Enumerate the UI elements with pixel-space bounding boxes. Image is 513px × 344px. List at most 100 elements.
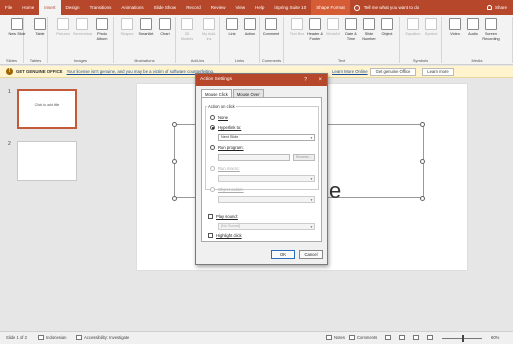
checkbox-play-sound[interactable]: Play sound: xyxy=(208,214,238,219)
comments-button[interactable]: Comments xyxy=(349,335,377,340)
view-normal-button[interactable] xyxy=(385,335,393,340)
3d-models-button[interactable]: 3D Models xyxy=(178,18,196,41)
play-sound-label: Play sound: xyxy=(216,214,238,219)
get-genuine-office-button[interactable]: Get genuine Office xyxy=(370,68,416,76)
notes-button[interactable]: Notes xyxy=(326,335,345,340)
highlight-click-label: Highlight click xyxy=(216,233,242,238)
slide-thumbnail-1[interactable]: Click to add title xyxy=(17,89,77,129)
checkbox-highlight-click[interactable]: Highlight click xyxy=(208,233,242,238)
action-icon xyxy=(244,18,256,30)
pictures-label: Pictures xyxy=(56,32,70,36)
radio-none[interactable]: None xyxy=(210,115,228,120)
tab-record[interactable]: Record xyxy=(181,0,206,15)
ok-button[interactable]: OK xyxy=(271,250,295,259)
link-button[interactable]: Link xyxy=(223,18,241,37)
tab-animations[interactable]: Animations xyxy=(116,0,148,15)
action-button[interactable]: Action xyxy=(241,18,259,37)
zoom-slider-thumb[interactable] xyxy=(462,335,464,342)
new-slide-button[interactable]: New Slide xyxy=(8,18,26,37)
wordart-label: WordArt xyxy=(326,32,340,36)
comment-button[interactable]: Comment xyxy=(262,18,280,37)
equation-button[interactable]: Equation xyxy=(404,18,422,37)
radio-run-macro[interactable]: Run macro: xyxy=(210,166,240,171)
cancel-button[interactable]: Cancel xyxy=(299,250,323,259)
view-slideshow-button[interactable] xyxy=(427,335,435,340)
video-button[interactable]: Video xyxy=(446,18,464,37)
radio-run-program[interactable]: Run program: xyxy=(210,145,244,150)
tab-home[interactable]: Home xyxy=(17,0,39,15)
radio-hyperlink-label: Hyperlink to: xyxy=(218,125,242,130)
photo-album-icon xyxy=(96,18,108,30)
message-text[interactable]: Your license isn't genuine, and you may … xyxy=(67,69,215,74)
tab-slide-show[interactable]: Slide Show xyxy=(149,0,182,15)
lightbulb-icon xyxy=(353,4,360,11)
tab-view[interactable]: View xyxy=(230,0,250,15)
resize-handle-tl[interactable] xyxy=(172,122,177,127)
tab-transitions[interactable]: Transitions xyxy=(85,0,117,15)
macro-select[interactable]: ▼ xyxy=(218,175,315,182)
tab-shape-format[interactable]: Shape Format xyxy=(311,0,350,15)
tab-insert[interactable]: Insert xyxy=(39,0,61,15)
view-sorter-button[interactable] xyxy=(399,335,407,340)
tab-review[interactable]: Review xyxy=(206,0,231,15)
resize-handle-bl[interactable] xyxy=(172,196,177,201)
share-button[interactable]: Share xyxy=(486,0,507,15)
object-action-select[interactable]: ▼ xyxy=(218,196,315,203)
sound-select[interactable]: [No Sound] ▼ xyxy=(218,223,315,230)
resize-handle-tr[interactable] xyxy=(420,122,425,127)
tell-me-box[interactable]: Tell me what you want to do xyxy=(353,4,419,11)
ribbon-group-label: Links xyxy=(234,58,245,63)
audio-icon xyxy=(467,18,479,30)
text-box-button[interactable]: Text Box xyxy=(288,18,306,37)
symbol-button[interactable]: Symbol xyxy=(422,18,440,37)
header-footer-button[interactable]: Header & Footer xyxy=(306,18,324,41)
notes-icon xyxy=(326,335,332,340)
audio-button[interactable]: Audio xyxy=(464,18,482,37)
resize-handle-l[interactable] xyxy=(172,159,177,164)
pictures-button[interactable]: Pictures xyxy=(54,18,72,37)
radio-hyperlink[interactable]: Hyperlink to: xyxy=(210,125,241,130)
hyperlink-select[interactable]: Next Slide ▼ xyxy=(218,134,315,141)
date-time-button[interactable]: Date & Time xyxy=(342,18,360,41)
learn-more-online-link[interactable]: Learn More Online xyxy=(332,69,368,74)
checkbox-box xyxy=(208,233,213,238)
slide-thumbnail-2[interactable] xyxy=(17,141,77,181)
tab-design[interactable]: Design xyxy=(61,0,85,15)
my-add-ins-button[interactable]: My Add-ins xyxy=(200,18,218,41)
table-button[interactable]: Table xyxy=(31,18,49,37)
radio-object-action[interactable]: Object action: xyxy=(210,187,244,192)
slide-thumbnails-pane: 1 Click to add title 2 xyxy=(0,79,84,331)
tab-help[interactable]: Help xyxy=(250,0,269,15)
audio-label: Audio xyxy=(468,32,478,36)
accessibility-status[interactable]: Accessibility: Investigate xyxy=(76,335,129,340)
program-path-input[interactable] xyxy=(218,154,290,161)
zoom-level[interactable]: 60% xyxy=(491,335,499,340)
slide-number-button[interactable]: Slide Number xyxy=(360,18,378,41)
chart-button[interactable]: Chart xyxy=(156,18,174,37)
learn-more-button[interactable]: Learn more xyxy=(422,68,454,76)
resize-handle-r[interactable] xyxy=(420,159,425,164)
language-indicator[interactable]: Indonesian xyxy=(38,335,67,340)
screenshot-button[interactable]: Screenshot xyxy=(73,18,92,37)
help-icon[interactable]: ? xyxy=(304,74,307,86)
smartart-button[interactable]: SmartArt xyxy=(137,18,155,37)
mouse-click-panel: Action on click None Hyperlink to: Next … xyxy=(201,97,322,242)
radio-circle xyxy=(210,187,215,192)
text-box-icon xyxy=(291,18,303,30)
object-button[interactable]: Object xyxy=(378,18,396,37)
browse-button[interactable]: Browse... xyxy=(293,154,315,161)
tab-file[interactable]: File xyxy=(0,0,17,15)
close-icon[interactable]: × xyxy=(318,74,322,86)
tab-ispring-suite-10[interactable]: iSpring Suite 10 xyxy=(269,0,311,15)
wordart-button[interactable]: WordArt xyxy=(324,18,342,37)
screen-recording-label: Screen Recording xyxy=(482,32,500,41)
accessibility-icon xyxy=(76,335,82,340)
photo-album-button[interactable]: Photo Album xyxy=(93,18,111,41)
view-reading-button[interactable] xyxy=(413,335,421,340)
text-box-label: Text Box xyxy=(289,32,305,36)
resize-handle-br[interactable] xyxy=(420,196,425,201)
screen-recording-button[interactable]: Screen Recording xyxy=(482,18,500,41)
radio-circle xyxy=(210,115,215,120)
message-label: GET GENUINE OFFICE xyxy=(16,69,63,74)
shapes-button[interactable]: Shapes xyxy=(118,18,136,37)
